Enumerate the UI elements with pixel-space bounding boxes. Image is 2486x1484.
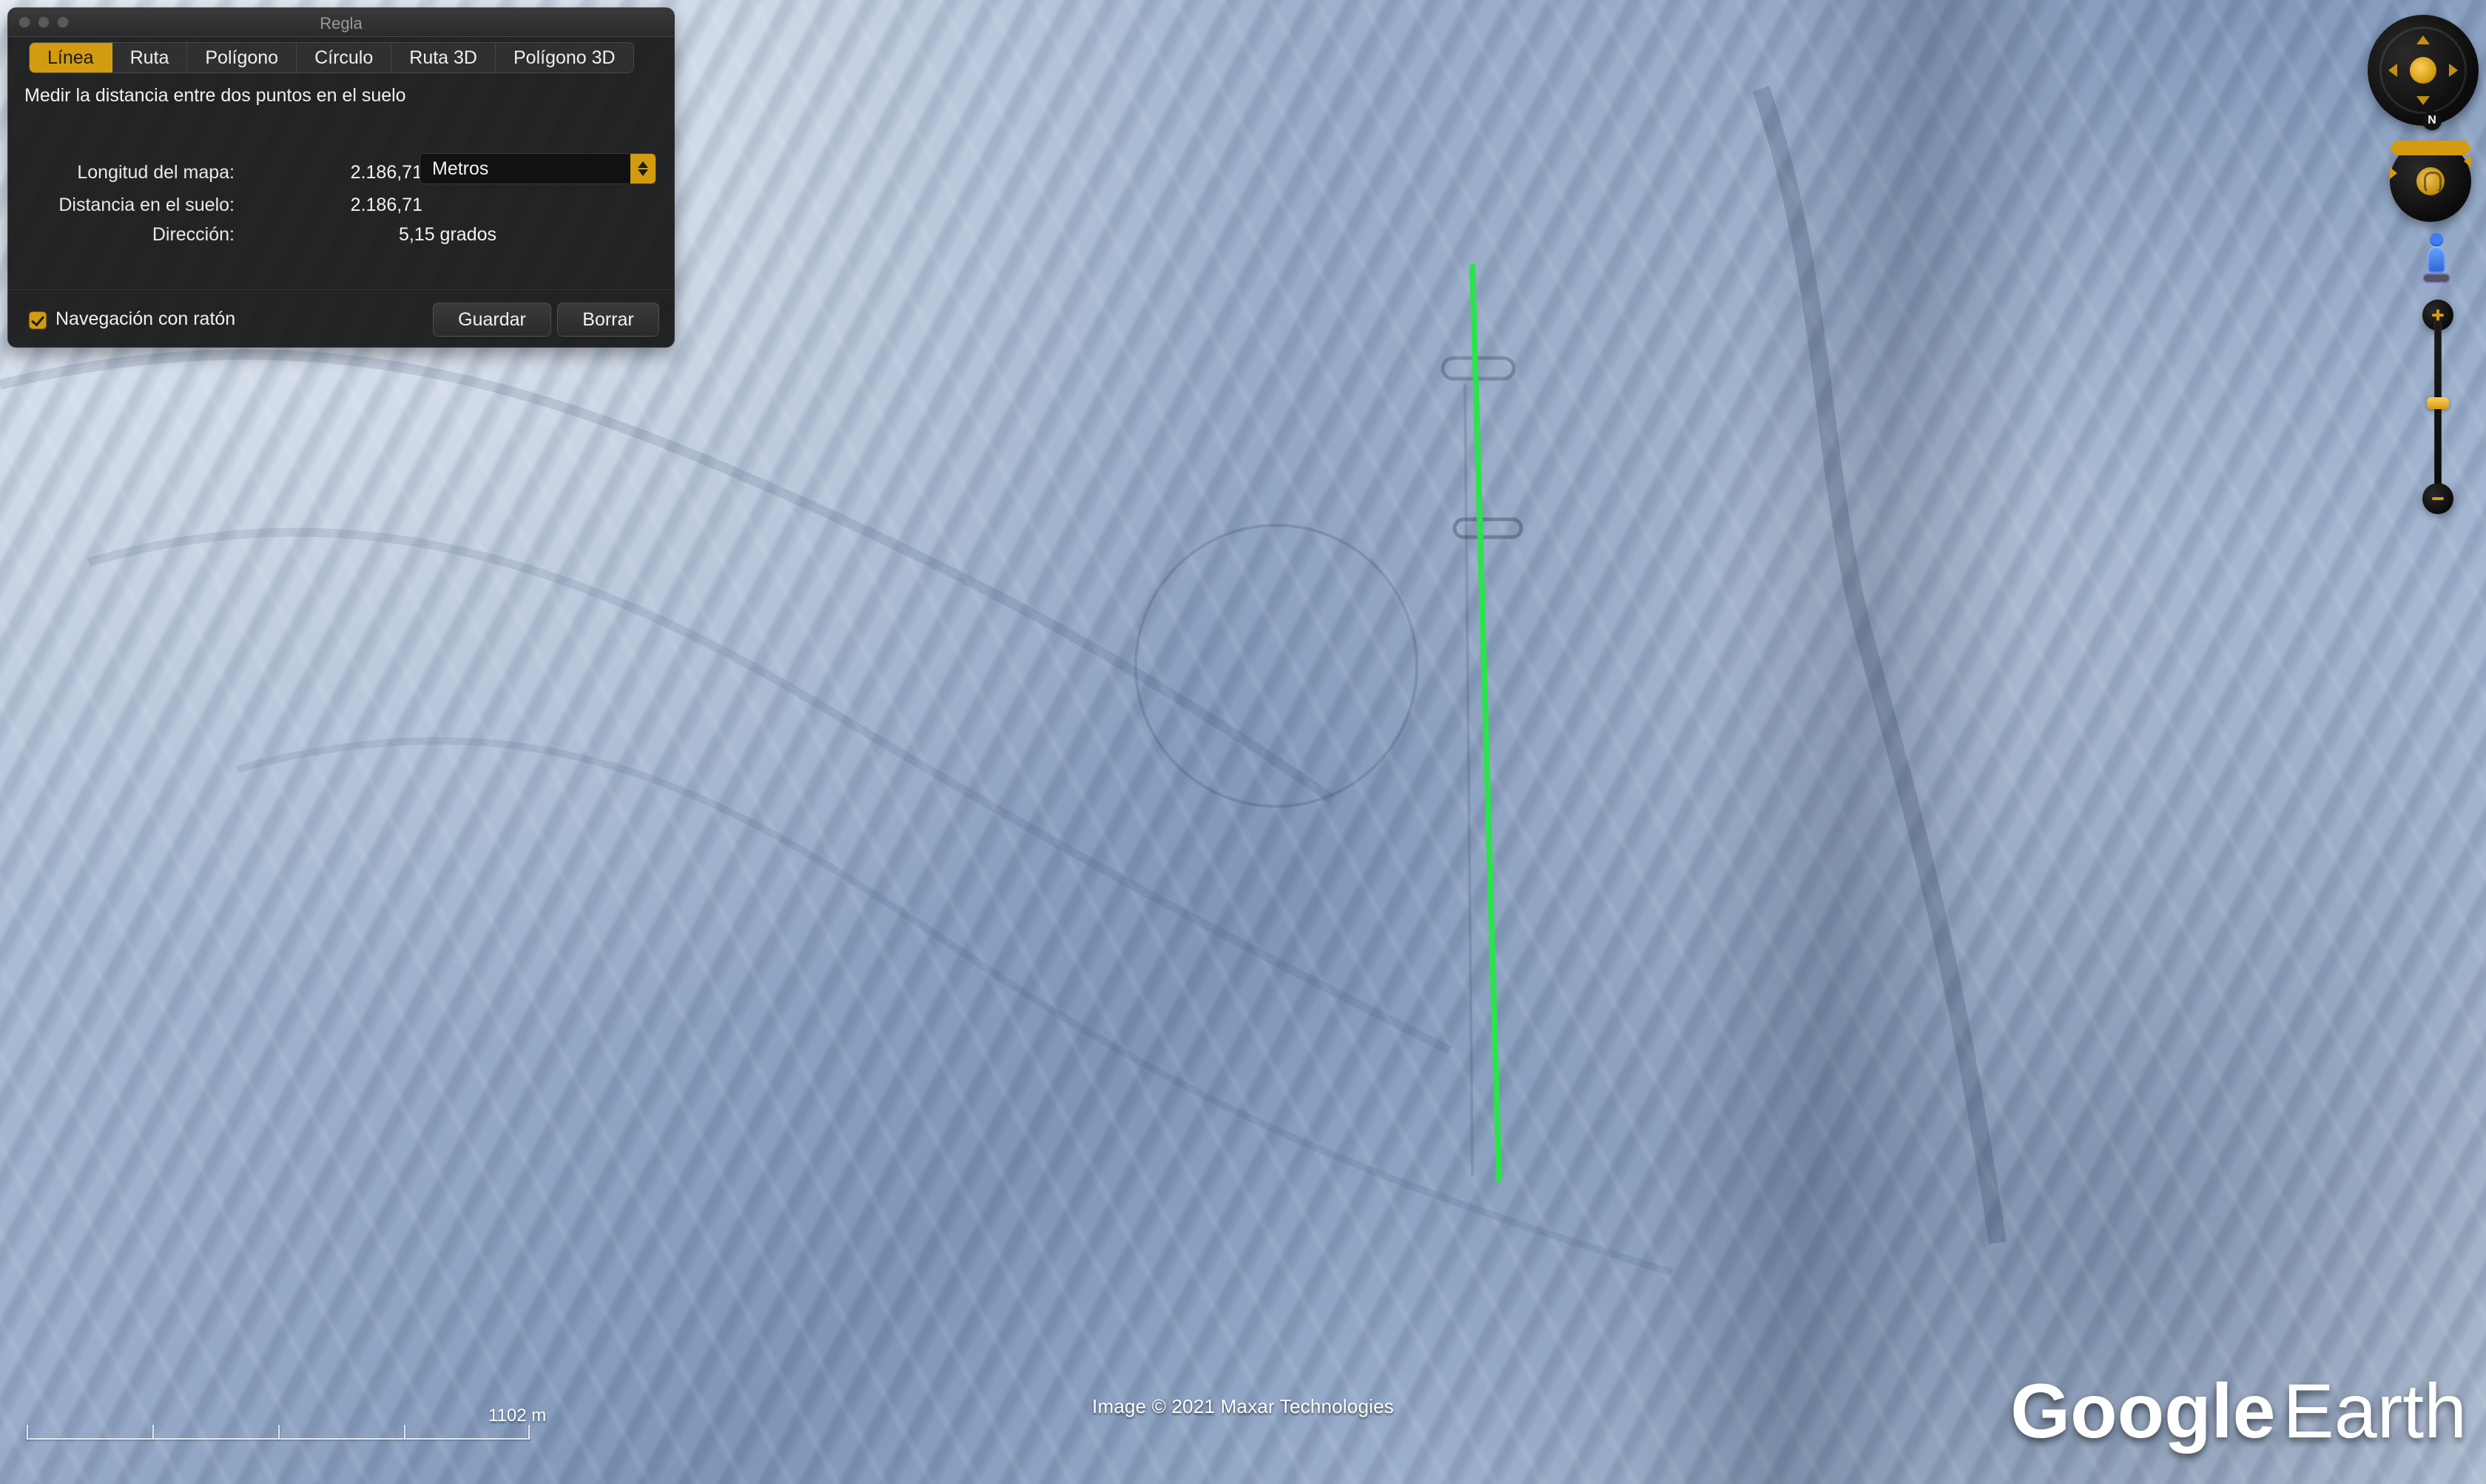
logo-google: Google xyxy=(2010,1369,2276,1454)
look-up-icon xyxy=(2416,36,2430,44)
scale-tick xyxy=(278,1425,280,1440)
tab-route-3d[interactable]: Ruta 3D xyxy=(391,43,496,72)
ground-distance-value: 2.186,71 xyxy=(350,195,422,215)
look-right-icon xyxy=(2449,64,2458,77)
scale-tick xyxy=(404,1425,405,1440)
unit-select[interactable]: Metros xyxy=(420,153,656,184)
tab-line[interactable]: Línea xyxy=(30,43,112,72)
pan-down-icon xyxy=(2390,148,2471,155)
look-left-icon xyxy=(2388,64,2397,77)
zoom-out-button[interactable] xyxy=(2422,483,2453,514)
mouse-navigation-checkbox[interactable] xyxy=(29,311,47,329)
save-button[interactable]: Guardar xyxy=(433,303,551,337)
chevron-up-icon xyxy=(638,161,648,168)
ruler-panel: Regla Línea Ruta Polígono Círculo Ruta 3… xyxy=(7,7,675,348)
unit-select-value: Metros xyxy=(432,158,489,179)
zoom-thumb[interactable] xyxy=(2427,397,2449,409)
look-down-icon xyxy=(2416,96,2430,105)
measurement-line[interactable] xyxy=(1469,263,1502,1182)
pan-up-icon xyxy=(2390,141,2471,148)
map-length-value: 2.186,71 xyxy=(350,162,422,183)
tab-route[interactable]: Ruta xyxy=(112,43,188,72)
chevron-down-icon xyxy=(638,169,648,176)
pegman-head xyxy=(2430,233,2443,246)
look-eye-icon xyxy=(2410,57,2436,84)
instruction-text: Medir la distancia entre dos puntos en e… xyxy=(24,85,406,106)
scale-tick xyxy=(27,1425,28,1440)
tab-circle[interactable]: Círculo xyxy=(297,43,392,72)
clear-button[interactable]: Borrar xyxy=(557,303,659,337)
tab-polygon[interactable]: Polígono xyxy=(187,43,297,72)
google-earth-logo: GoogleEarth xyxy=(2010,1373,2467,1450)
compass-control[interactable] xyxy=(2368,15,2479,126)
zoom-slider[interactable] xyxy=(2422,300,2453,514)
ground-distance-label: Distancia en el suelo: xyxy=(58,195,235,215)
navigation-controls: N xyxy=(2338,0,2486,533)
street-view-pegman-icon[interactable] xyxy=(2419,233,2453,285)
pan-left-icon xyxy=(2390,155,2471,167)
scale-tick xyxy=(528,1425,530,1440)
pan-control[interactable] xyxy=(2390,141,2471,222)
map-length-label: Longitud del mapa: xyxy=(77,162,235,183)
pegman-body xyxy=(2428,246,2445,273)
pegman-base xyxy=(2424,274,2449,282)
ruler-titlebar: Regla xyxy=(8,8,674,37)
select-arrows-icon[interactable] xyxy=(630,154,656,183)
measurement-tabs: Línea Ruta Polígono Círculo Ruta 3D Polí… xyxy=(29,42,634,73)
tab-polygon-3d[interactable]: Polígono 3D xyxy=(496,43,633,72)
window-title: Regla xyxy=(320,14,363,33)
footer-separator xyxy=(8,289,674,290)
direction-value: 5,15 grados xyxy=(398,224,496,245)
logo-earth: Earth xyxy=(2283,1369,2467,1454)
direction-label: Dirección: xyxy=(152,224,235,245)
google-earth-viewport[interactable]: Regla Línea Ruta Polígono Círculo Ruta 3… xyxy=(0,0,2486,1484)
scale-tick xyxy=(152,1425,154,1440)
mouse-navigation-label: Navegación con ratón xyxy=(55,308,236,329)
hand-icon xyxy=(2416,167,2445,195)
north-indicator[interactable]: N xyxy=(2422,111,2442,130)
